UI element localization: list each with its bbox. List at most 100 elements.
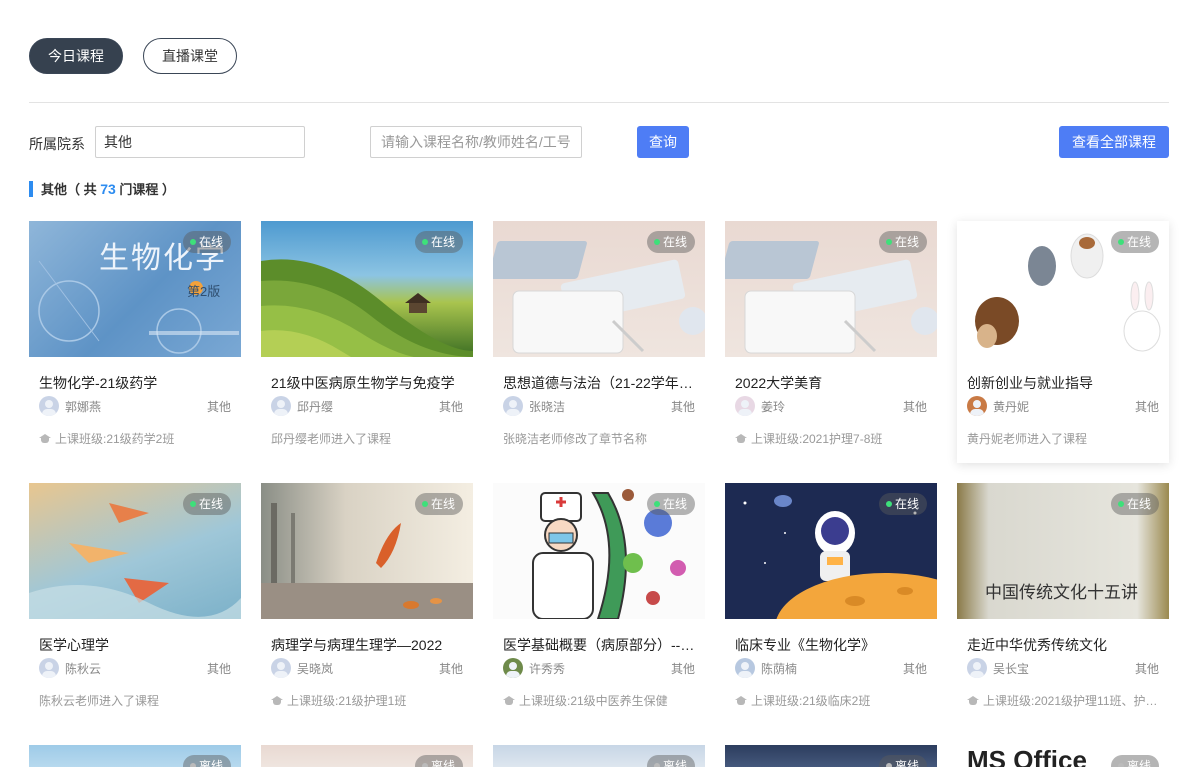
course-card[interactable]: 在线 2022大学美育 姜玲 其他 上课班级:2021护理7-8班: [725, 221, 937, 463]
teacher-name: 陈秋云: [65, 662, 102, 676]
avatar: [503, 658, 523, 678]
teacher-name: 黄丹妮: [993, 400, 1030, 414]
status-badge: 在线: [414, 493, 463, 515]
teacher-name: 陈荫楠: [761, 662, 798, 676]
avatar: [967, 658, 987, 678]
course-dept: 其他: [438, 400, 463, 414]
teacher-name: 邱丹缨: [297, 400, 334, 414]
status-badge: 离线: [182, 755, 231, 767]
course-activity: 黄丹妮老师进入了课程: [967, 432, 1088, 446]
avatar: [39, 658, 59, 678]
dept-label: 所属院系: [29, 136, 85, 152]
course-cover: 离线: [29, 745, 241, 767]
teacher-row: 姜玲 其他: [735, 396, 927, 416]
tab-today-courses[interactable]: 今日课程: [29, 38, 123, 74]
course-cover: 离线: [725, 745, 937, 767]
course-activity: 上课班级:21级药学2班: [39, 430, 233, 447]
status-badge: 在线: [182, 231, 231, 253]
course-card[interactable]: 生物化学 第2版 在线 生物化学-21级药学 郭娜燕 其他 上课班级:21级药学…: [29, 221, 241, 463]
status-badge: 在线: [646, 231, 695, 253]
course-dept: 其他: [1134, 400, 1159, 414]
status-badge: 在线: [1110, 493, 1159, 515]
course-card[interactable]: 离线: [725, 745, 937, 767]
course-dept: 其他: [206, 662, 231, 676]
teacher-row: 许秀秀 其他: [503, 658, 695, 678]
course-title[interactable]: 临床专业《生物化学》: [735, 635, 929, 655]
course-title[interactable]: 病理学与病理生理学—2022: [271, 635, 465, 655]
course-title[interactable]: 21级中医病原生物学与免疫学: [271, 373, 465, 393]
course-title[interactable]: 思想道德与法治（21-22学年第二学期）: [503, 373, 697, 393]
course-card[interactable]: 在线 医学基础概要（病原部分）--2022 许秀秀 其他 上课班级:21级中医养…: [493, 483, 705, 725]
course-cover: 在线: [957, 221, 1169, 357]
avatar: [735, 396, 755, 416]
course-cover: 在线: [29, 483, 241, 619]
course-card[interactable]: 在线 思想道德与法治（21-22学年第二学期） 张晓洁 其他 张晓洁老师修改了章…: [493, 221, 705, 463]
teacher-name: 郭娜燕: [65, 400, 102, 414]
status-badge: 离线: [1110, 755, 1159, 767]
divider: [29, 102, 1169, 103]
course-dept: 其他: [902, 400, 927, 414]
course-cover: 离线: [261, 745, 473, 767]
status-badge: 在线: [182, 493, 231, 515]
course-title[interactable]: 生物化学-21级药学: [39, 373, 233, 393]
graduation-cap-icon: [271, 696, 283, 706]
avatar: [735, 658, 755, 678]
course-card[interactable]: 离线: [493, 745, 705, 767]
course-dept: 其他: [1134, 662, 1159, 676]
course-card[interactable]: 离线: [261, 745, 473, 767]
teacher-name: 张晓洁: [529, 400, 566, 414]
avatar: [503, 396, 523, 416]
view-all-courses-button[interactable]: 查看全部课程: [1059, 126, 1169, 158]
course-title[interactable]: 医学心理学: [39, 635, 233, 655]
course-card[interactable]: 在线 临床专业《生物化学》 陈荫楠 其他 上课班级:21级临床2班: [725, 483, 937, 725]
course-cover: 在线: [261, 221, 473, 357]
course-activity: 张晓洁老师修改了章节名称: [503, 432, 648, 446]
course-activity: 上课班级:2021级护理11班、护理12班: [967, 692, 1161, 709]
course-card[interactable]: 在线 医学心理学 陈秋云 其他 陈秋云老师进入了课程: [29, 483, 241, 725]
status-badge: 离线: [646, 755, 695, 767]
course-activity: 上课班级:21级临床2班: [735, 692, 929, 709]
course-card[interactable]: 在线 病理学与病理生理学—2022 吴晓岚 其他 上课班级:21级护理1班: [261, 483, 473, 725]
course-dept: 其他: [206, 400, 231, 414]
course-count: 73: [100, 181, 116, 197]
teacher-row: 陈秋云 其他: [39, 658, 231, 678]
course-cover: 离线: [493, 745, 705, 767]
course-cover: 在线: [261, 483, 473, 619]
graduation-cap-icon: [735, 696, 747, 706]
course-title[interactable]: 医学基础概要（病原部分）--2022: [503, 635, 697, 655]
teacher-row: 张晓洁 其他: [503, 396, 695, 416]
course-cover: MS Office 离线: [957, 745, 1169, 767]
course-activity: 上课班级:21级护理1班: [271, 692, 465, 709]
course-card[interactable]: 在线 21级中医病原生物学与免疫学 邱丹缨 其他 邱丹缨老师进入了课程: [261, 221, 473, 463]
course-title[interactable]: 创新创业与就业指导: [967, 373, 1161, 393]
status-badge: 在线: [878, 493, 927, 515]
tab-bar: 今日课程 直播课堂: [29, 38, 237, 74]
status-badge: 在线: [414, 231, 463, 253]
search-input[interactable]: [370, 126, 582, 158]
tab-live-classroom[interactable]: 直播课堂: [143, 38, 237, 74]
course-card[interactable]: 离线: [29, 745, 241, 767]
course-card[interactable]: 中国传统文化十五讲 在线 走近中华优秀传统文化 吴长宝 其他 上课班级:2021…: [957, 483, 1169, 725]
course-cover: 在线: [725, 483, 937, 619]
course-cover: 在线: [725, 221, 937, 357]
avatar: [271, 396, 291, 416]
status-badge: 离线: [878, 755, 927, 767]
teacher-name: 许秀秀: [529, 662, 566, 676]
teacher-row: 吴晓岚 其他: [271, 658, 463, 678]
course-title[interactable]: 2022大学美育: [735, 373, 929, 393]
status-badge: 在线: [1110, 231, 1159, 253]
course-card[interactable]: MS Office 离线: [957, 745, 1169, 767]
course-dept: 其他: [902, 662, 927, 676]
course-card[interactable]: 在线 创新创业与就业指导 黄丹妮 其他 黄丹妮老师进入了课程: [957, 221, 1169, 463]
dept-select[interactable]: [95, 126, 305, 158]
avatar: [39, 396, 59, 416]
course-dept: 其他: [670, 662, 695, 676]
graduation-cap-icon: [967, 696, 979, 706]
graduation-cap-icon: [503, 696, 515, 706]
teacher-row: 黄丹妮 其他: [967, 396, 1159, 416]
course-title[interactable]: 走近中华优秀传统文化: [967, 635, 1161, 655]
course-dept: 其他: [438, 662, 463, 676]
cover-edition: 第2版: [187, 284, 221, 299]
teacher-row: 吴长宝 其他: [967, 658, 1159, 678]
query-button[interactable]: 查询: [637, 126, 689, 158]
